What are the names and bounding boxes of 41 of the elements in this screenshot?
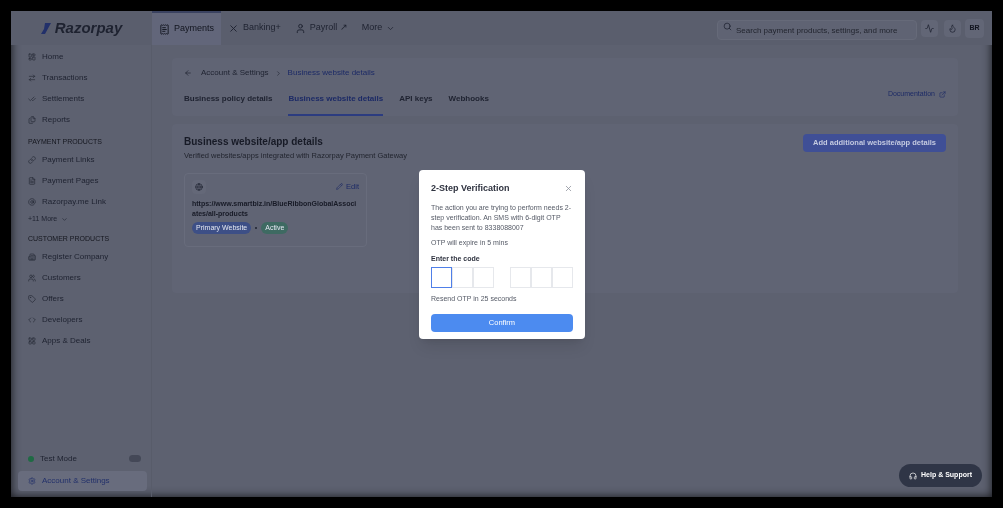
sidebar-item[interactable]: Account & Settings [18, 471, 147, 491]
settings-tab[interactable]: Business policy details [184, 92, 273, 116]
receipt-icon [159, 23, 170, 35]
code-icon [28, 315, 36, 324]
breadcrumb-link[interactable]: Account & Settings [201, 67, 269, 79]
link-icon [28, 156, 36, 164]
dashboard-icon [28, 52, 36, 61]
code-input[interactable] [431, 266, 452, 288]
chevron-right-icon [274, 69, 282, 77]
test-mode-toggle[interactable] [129, 455, 141, 462]
dialog-title: 2-Step Verification [431, 182, 510, 195]
double-check-icon [28, 94, 36, 103]
close-icon[interactable] [564, 184, 573, 194]
person-icon [294, 22, 306, 34]
users-icon [28, 273, 36, 282]
files-icon [28, 115, 36, 124]
grid-icon [28, 336, 36, 345]
pencil-icon [336, 183, 344, 191]
pulse-icon [925, 23, 934, 33]
chevron-down-icon [61, 216, 69, 223]
arrows-icon [28, 73, 36, 82]
at-sign-icon [28, 198, 36, 206]
settings-tab[interactable]: Webhooks [448, 92, 489, 116]
logo-icon [40, 22, 51, 34]
headphones-icon [909, 471, 918, 480]
tag-icon [28, 294, 36, 303]
gear-icon [28, 477, 36, 485]
section-title: Business website/app details [184, 134, 324, 149]
document-icon [28, 177, 36, 185]
cross-icon [228, 22, 240, 34]
globe-icon [192, 179, 206, 194]
external-link-icon [939, 90, 946, 98]
logo: Razorpay [54, 17, 123, 38]
settings-tab[interactable]: Business website details [288, 92, 384, 116]
settings-tab[interactable]: API keys [399, 92, 433, 116]
flame-icon [948, 23, 957, 33]
product-tab[interactable]: Payments [152, 11, 222, 45]
activity-button[interactable] [921, 19, 938, 37]
building-icon [28, 252, 36, 261]
back-icon[interactable] [184, 69, 192, 77]
flame-button[interactable] [944, 19, 961, 37]
